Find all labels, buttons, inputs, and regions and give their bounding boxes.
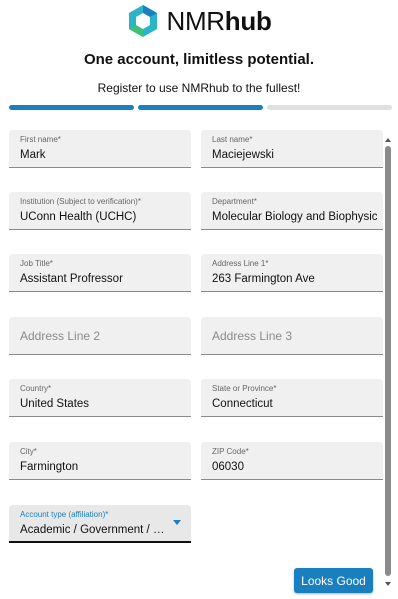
looks-good-button[interactable]: Looks Good	[294, 568, 373, 593]
account-type-select[interactable]: Account type (affiliation)* Academic / G…	[9, 505, 191, 543]
city-label: City*	[20, 447, 37, 456]
last-name-field[interactable]: Last name* Maciejewski	[201, 130, 383, 168]
address-line-1-value: 263 Farmington Ave	[212, 273, 315, 285]
country-label: Country*	[20, 384, 52, 393]
zip-code-field[interactable]: ZIP Code* 06030	[201, 442, 383, 480]
department-label: Department*	[212, 197, 257, 206]
job-title-field[interactable]: Job Title* Assistant Profressor	[9, 254, 191, 292]
progress-step-1	[9, 105, 134, 110]
registration-form: First name* Mark Last name* Maciejewski …	[0, 120, 398, 599]
scroll-down-arrow-icon[interactable]	[385, 582, 391, 586]
vertical-scrollbar[interactable]	[384, 138, 392, 586]
page-headline: One account, limitless potential.	[83, 51, 315, 68]
department-field[interactable]: Department* Molecular Biology and Biophy…	[201, 192, 383, 230]
state-label: State or Province*	[212, 384, 277, 393]
state-value: Connecticut	[212, 398, 273, 410]
institution-label: Institution (Subject to verification)*	[20, 197, 141, 206]
page-subline: Register to use NMRhub to the fullest!	[97, 81, 301, 95]
institution-value: UConn Health (UCHC)	[20, 211, 137, 223]
zip-code-label: ZIP Code*	[212, 447, 249, 456]
address-line-2-placeholder: Address Line 2	[20, 329, 101, 343]
zip-code-value: 06030	[212, 461, 244, 473]
city-field[interactable]: City* Farmington	[9, 442, 191, 480]
progress-step-2	[138, 105, 263, 110]
address-line-2-field[interactable]: Address Line 2	[9, 317, 191, 355]
address-line-3-placeholder: Address Line 3	[212, 329, 293, 343]
address-line-3-field[interactable]: Address Line 3	[201, 317, 383, 355]
last-name-label: Last name*	[212, 135, 253, 144]
last-name-value: Maciejewski	[212, 149, 274, 161]
country-value: United States	[20, 398, 90, 410]
first-name-value: Mark	[20, 149, 46, 161]
city-value: Farmington	[20, 461, 79, 473]
brand-name: NMRhub	[166, 5, 272, 36]
country-field[interactable]: Country* United States	[9, 379, 191, 417]
job-title-value: Assistant Profressor	[20, 273, 123, 285]
first-name-field[interactable]: First name* Mark	[9, 130, 191, 168]
scroll-up-arrow-icon[interactable]	[385, 138, 391, 142]
address-line-1-label: Address Line 1*	[212, 259, 269, 268]
job-title-label: Job Title*	[20, 259, 53, 268]
account-type-value: Academic / Government / Non...	[20, 524, 172, 536]
dropdown-caret-icon	[173, 520, 181, 525]
department-value: Molecular Biology and Biophysics	[212, 211, 377, 223]
account-type-label: Account type (affiliation)*	[20, 510, 109, 519]
state-field[interactable]: State or Province* Connecticut	[201, 379, 383, 417]
scrollbar-thumb[interactable]	[385, 146, 391, 576]
registration-progress	[9, 105, 392, 111]
hexagon-logo-icon	[129, 5, 158, 37]
nmrhub-logo: NMRhub	[0, 3, 398, 39]
progress-step-3	[267, 105, 392, 110]
first-name-label: First name*	[20, 135, 61, 144]
institution-field[interactable]: Institution (Subject to verification)* U…	[9, 192, 191, 230]
address-line-1-field[interactable]: Address Line 1* 263 Farmington Ave	[201, 254, 383, 292]
